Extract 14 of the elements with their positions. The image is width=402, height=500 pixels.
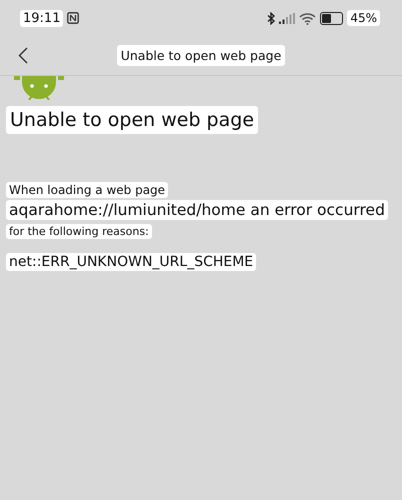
error-intro: When loading a web page	[6, 182, 168, 198]
error-code: net::ERR_UNKNOWN_URL_SCHEME	[6, 253, 256, 271]
reasons-label: for the following reasons:	[6, 224, 152, 239]
signal-icon	[279, 12, 296, 24]
bluetooth-icon	[267, 12, 276, 24]
status-time: 19:11	[20, 10, 64, 26]
battery-icon	[320, 12, 344, 24]
nfc-icon	[67, 12, 80, 24]
battery-percent: 45%	[347, 10, 380, 26]
wifi-icon	[299, 12, 316, 24]
error-heading: Unable to open web page	[6, 106, 258, 134]
back-icon[interactable]	[18, 47, 28, 64]
header-title: Unable to open web page	[116, 45, 286, 66]
android-icon	[12, 76, 66, 100]
